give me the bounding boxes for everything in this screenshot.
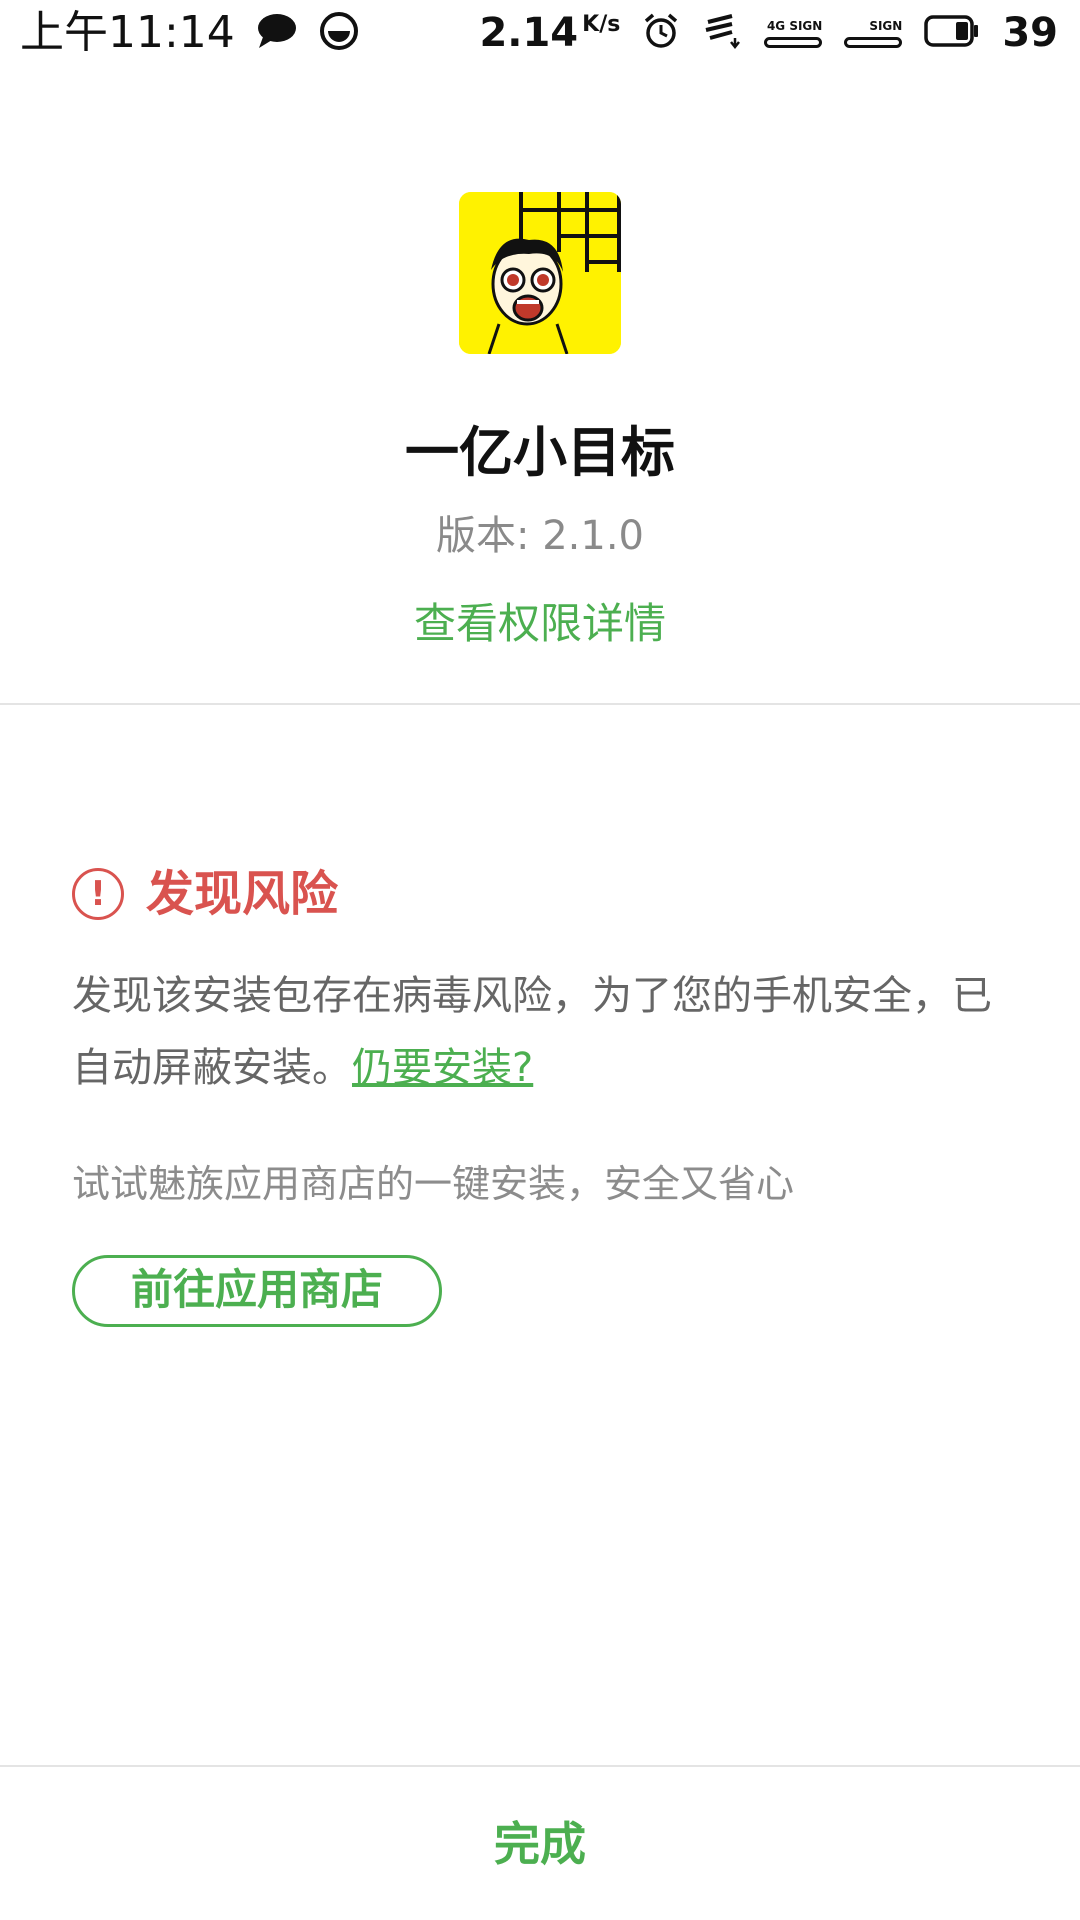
store-hint: 试试魅族应用商店的一键安装，安全又省心 <box>72 1162 795 1206</box>
network-type: 4G <box>766 18 786 33</box>
signal-indicator-sim1: 4G SIGN <box>764 19 823 48</box>
view-permissions-link[interactable]: 查看权限详情 <box>0 596 1080 652</box>
app-icon <box>459 192 621 354</box>
signal-indicator-sim2: SIGN <box>844 18 903 48</box>
go-to-app-store-button[interactable]: 前往应用商店 <box>72 1255 442 1327</box>
risk-header: ! 发现风险 <box>72 862 338 926</box>
still-install-link[interactable]: 仍要安装? <box>352 1045 533 1091</box>
net-speed: 2.14 K/s <box>479 8 620 58</box>
signal-icon <box>764 36 823 48</box>
chat-bubble-icon <box>255 11 299 55</box>
net-speed-value: 2.14 <box>479 10 579 56</box>
sign-label-2: SIGN <box>869 18 903 33</box>
net-speed-unit: K/s <box>582 12 621 37</box>
divider <box>0 703 1080 705</box>
status-time: 上午11:14 <box>20 7 235 58</box>
status-bar-right: 2.14 K/s 4G SIGN SIGN 39 <box>479 8 1058 58</box>
app-name: 一亿小目标 <box>405 421 675 484</box>
alarm-clock-icon <box>642 12 680 54</box>
done-button[interactable]: 完成 <box>0 1768 1080 1920</box>
battery-level: 39 <box>1002 10 1058 56</box>
app-version: 版本: 2.1.0 <box>436 513 644 559</box>
sign-label-1: SIGN <box>789 18 823 33</box>
risk-title: 发现风险 <box>146 866 339 922</box>
data-transfer-icon <box>702 12 742 54</box>
battery-icon <box>924 14 980 52</box>
status-bar-left: 上午11:14 <box>20 8 359 58</box>
app-notification-icon <box>319 11 359 55</box>
risk-description: 发现该安装包存在病毒风险，为了您的手机安全，已自动屏蔽安装。仍要安装? <box>72 960 1008 1104</box>
signal-icon <box>844 36 903 48</box>
warning-icon: ! <box>72 868 124 920</box>
divider <box>0 1765 1080 1767</box>
status-bar: 上午11:14 2.14 K/s 4G SIGN SIGN 39 <box>0 0 1080 66</box>
signal-label-sim1: 4G SIGN <box>767 19 822 33</box>
